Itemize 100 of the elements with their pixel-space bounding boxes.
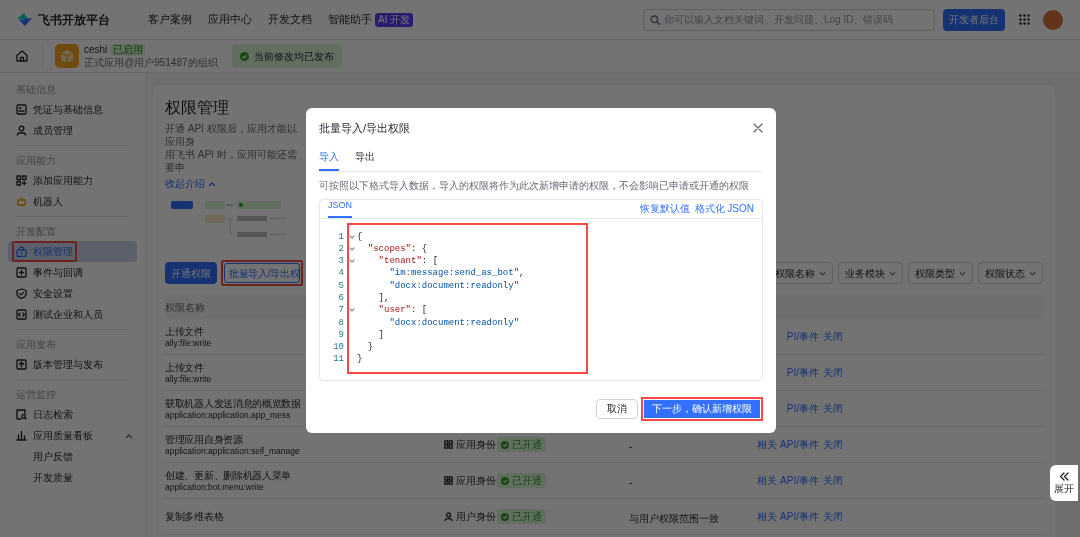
- fold-chevron-icon[interactable]: [349, 307, 355, 314]
- code-line: }: [366, 341, 374, 354]
- close-link[interactable]: 关闭: [823, 509, 843, 524]
- nav-link[interactable]: 客户案例: [148, 11, 192, 28]
- sidebar-item[interactable]: 成员管理: [8, 120, 137, 141]
- avatar[interactable]: [1043, 9, 1063, 30]
- expand-label: 展开: [1054, 483, 1074, 494]
- sidebar-item[interactable]: 凭证与基础信息: [8, 99, 137, 120]
- sidebar-item[interactable]: 添加应用能力: [8, 170, 137, 191]
- code-line: {: [357, 230, 363, 243]
- table-cell: 上传文件: [165, 360, 204, 374]
- close-icon[interactable]: [753, 123, 763, 134]
- line-number: 9: [338, 328, 344, 342]
- logo-icon: [17, 13, 32, 26]
- item-label: 机器人: [33, 195, 63, 209]
- close-link[interactable]: 关闭: [823, 437, 843, 452]
- grid-icon: [16, 175, 27, 186]
- sidebar-item[interactable]: 事件与回调: [8, 262, 137, 283]
- console-button[interactable]: 开发者后台: [943, 8, 1005, 31]
- table-cell: application:bot.menu:write: [165, 481, 264, 493]
- close-link[interactable]: 关闭: [823, 329, 843, 344]
- table-cell: application:application:self_manage: [165, 445, 300, 457]
- code-square-icon: [16, 309, 27, 320]
- chevron-down-icon: [1029, 269, 1036, 277]
- collapse-link[interactable]: 收起介绍: [165, 176, 216, 191]
- lock-icon: [16, 246, 27, 257]
- line-number: 8: [338, 316, 344, 329]
- check-circle-icon: [501, 512, 509, 521]
- nav-link[interactable]: 开发文档: [268, 11, 312, 28]
- sidebar-item[interactable]: 日志检索: [8, 404, 137, 425]
- nav-link[interactable]: 智能助手 AI 开发: [328, 11, 414, 28]
- user-icon: [444, 512, 453, 521]
- double-chevron-left-icon: [1059, 472, 1069, 481]
- chevron-down-icon: [959, 269, 966, 277]
- tab[interactable]: 导入: [319, 148, 339, 171]
- close-link[interactable]: 关闭: [823, 365, 843, 380]
- tab[interactable]: JSON: [328, 199, 352, 218]
- item-label: 安全设置: [33, 287, 73, 301]
- line-number: 5: [338, 279, 344, 292]
- fold-chevron-icon[interactable]: [349, 245, 355, 252]
- close-link[interactable]: 关闭: [823, 401, 843, 416]
- table-cell: 管理应用自身资源: [165, 432, 243, 446]
- filter-dropdown[interactable]: 业务模块: [838, 262, 903, 284]
- plus-square-icon: [16, 267, 27, 278]
- line-number: 2: [338, 242, 344, 256]
- log-search-icon: [16, 409, 27, 420]
- sidebar-item[interactable]: 应用质量看板: [8, 425, 137, 446]
- import-export-button[interactable]: 批量导入/导出权: [224, 263, 301, 283]
- line-number: 3: [338, 255, 344, 268]
- sidebar-item[interactable]: 用户反馈: [8, 446, 137, 467]
- code-line: ],: [377, 292, 390, 305]
- code-line: "im:message:send_as_bot",: [388, 267, 525, 280]
- table-cell: -: [629, 440, 633, 452]
- line-number: 10: [333, 341, 344, 354]
- filter-dropdown[interactable]: 权限状态: [978, 262, 1043, 284]
- item-label: 事件与回调: [33, 266, 83, 280]
- table-cell: 获取机器人发送消息的概览数据: [165, 396, 301, 410]
- nav-link[interactable]: 应用中心: [208, 11, 252, 28]
- app-icon: [55, 44, 79, 68]
- cancel-button[interactable]: 取消: [596, 398, 638, 419]
- tab[interactable]: 导出: [355, 148, 375, 171]
- table-cell: ally:file:write: [165, 337, 212, 349]
- status-text: 已开通: [512, 510, 542, 524]
- check-circle-icon: [501, 476, 509, 485]
- sidebar-item[interactable]: 开发质量: [8, 467, 137, 488]
- sidebar-item[interactable]: 版本管理与发布: [8, 354, 137, 375]
- sidebar-item[interactable]: 机器人: [8, 191, 137, 212]
- check-circle-icon: [501, 440, 509, 449]
- item-label: 成员管理: [33, 124, 73, 138]
- code-line: "docx:document:readonly": [388, 316, 520, 329]
- notice-text: 当前修改均已发布: [253, 49, 334, 64]
- editor-link[interactable]: 格式化 JSON: [694, 201, 754, 216]
- api-link[interactable]: 相关 API/事件: [753, 437, 819, 452]
- filter-dropdown[interactable]: 权限类型: [908, 262, 973, 284]
- api-link[interactable]: 相关 API/事件: [753, 509, 819, 524]
- code-line: "scopes": {: [366, 242, 428, 256]
- code-line: "user": [: [377, 304, 428, 317]
- editor-link[interactable]: 恢复默认值: [639, 201, 690, 216]
- home-icon[interactable]: [16, 50, 28, 62]
- sidebar-item[interactable]: 测试企业和人员: [8, 304, 137, 325]
- status-text: 已开通: [512, 474, 542, 488]
- description-text: 可按照以下格式导入数据，导入的权限将作为此次新增申请的权限，不会影响已申请或开通的权限: [319, 178, 750, 193]
- line-number: 1: [338, 230, 344, 243]
- item-label: 添加应用能力: [33, 174, 93, 188]
- table-cell: ally:file:write: [165, 373, 212, 385]
- sidebar-item[interactable]: 安全设置: [8, 283, 137, 304]
- close-link[interactable]: 关闭: [823, 473, 843, 488]
- fold-chevron-icon[interactable]: [349, 233, 355, 240]
- confirm-button[interactable]: 下一步，确认新增权限: [644, 399, 760, 418]
- page-title: 权限管理: [165, 98, 230, 118]
- api-link[interactable]: 相关 API/事件: [753, 473, 819, 488]
- grid-icon: [444, 440, 453, 449]
- expand-button[interactable]: 展开: [1050, 465, 1078, 501]
- primary-button[interactable]: 开通权限: [165, 262, 217, 284]
- app-grid-icon[interactable]: [1019, 14, 1030, 25]
- status-text: 已开通: [512, 438, 542, 452]
- status-badge: 已启用: [111, 43, 146, 56]
- code-line: "tenant": [: [377, 255, 439, 268]
- table-cell-text: 应用身份: [456, 438, 496, 452]
- fold-chevron-icon[interactable]: [349, 258, 355, 265]
